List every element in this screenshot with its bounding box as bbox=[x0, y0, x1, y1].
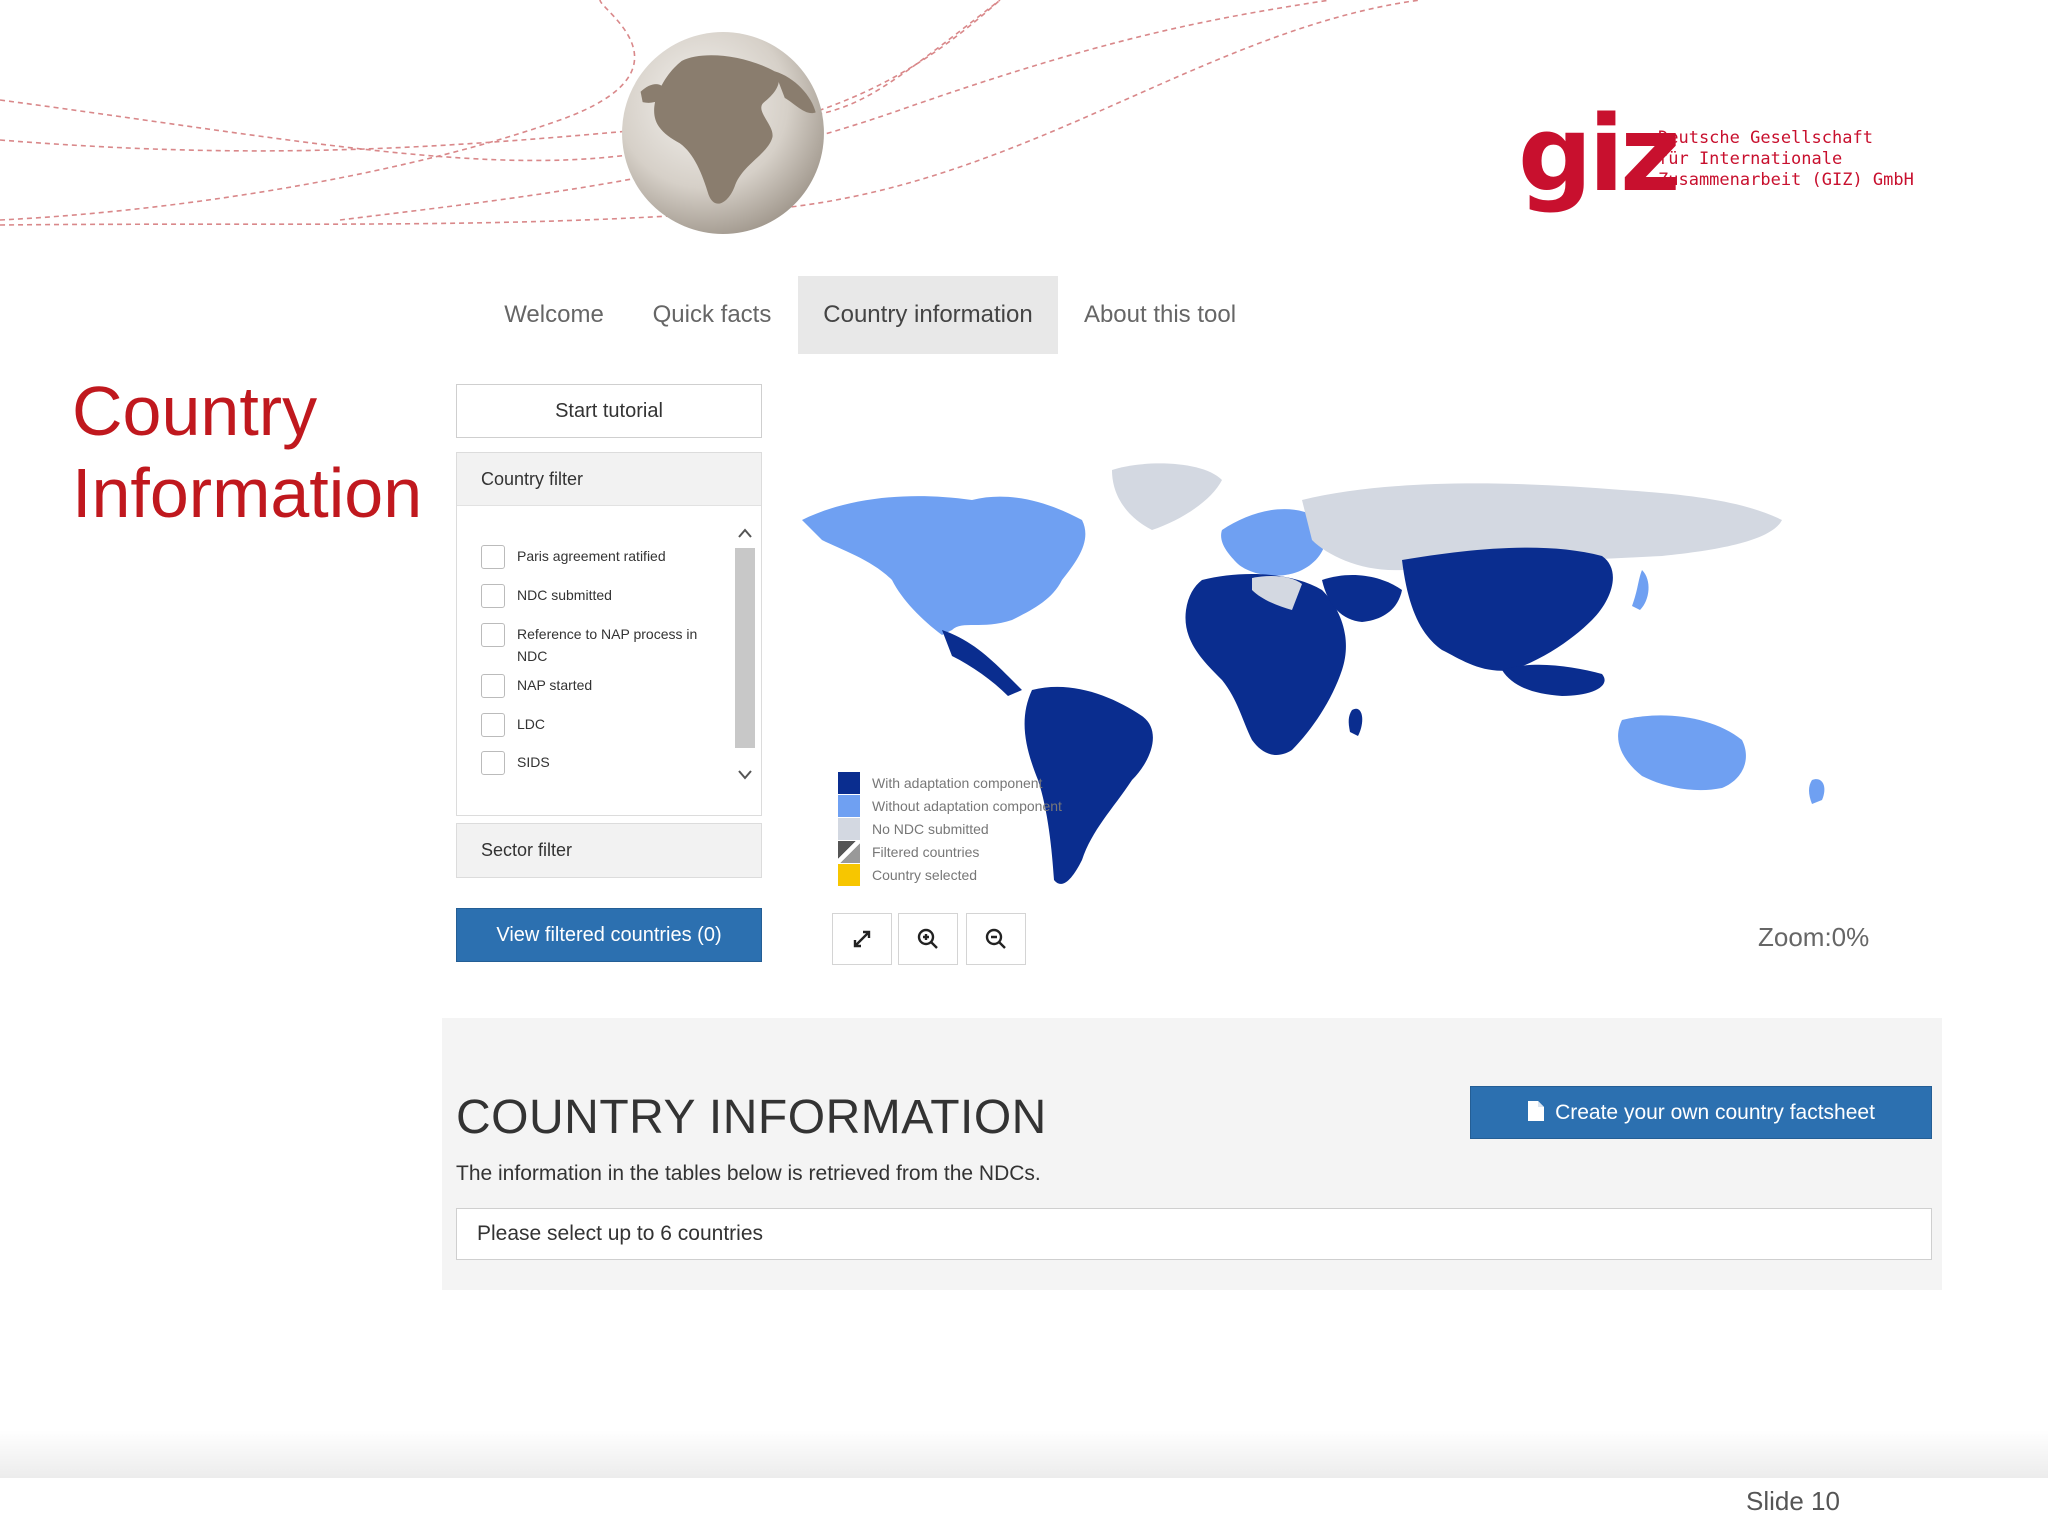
legend-item: With adaptation component bbox=[838, 772, 1042, 794]
file-icon bbox=[1528, 1101, 1545, 1121]
scrollbar-thumb[interactable] bbox=[735, 548, 755, 748]
filter-option-nap-started[interactable]: NAP started bbox=[481, 674, 592, 698]
filter-option-nap-reference[interactable]: Reference to NAP process in NDC bbox=[481, 623, 701, 667]
country-filter-title[interactable]: Country filter bbox=[457, 453, 761, 506]
fullscreen-button[interactable] bbox=[832, 913, 892, 965]
legend-swatch bbox=[838, 818, 860, 840]
greenland bbox=[1112, 463, 1222, 530]
create-factsheet-label: Create your own country factsheet bbox=[1555, 1101, 1875, 1124]
filter-option-sids[interactable]: SIDS bbox=[481, 751, 550, 775]
sector-filter-title: Sector filter bbox=[481, 840, 573, 860]
chevron-up-icon[interactable] bbox=[735, 523, 755, 543]
zoom-in-icon bbox=[917, 928, 938, 949]
slide-title: Country Information bbox=[72, 370, 422, 534]
filter-option-paris-agreement[interactable]: Paris agreement ratified bbox=[481, 545, 666, 569]
tab-quick-facts[interactable]: Quick facts bbox=[632, 276, 792, 354]
fullscreen-icon bbox=[853, 930, 871, 948]
checkbox[interactable] bbox=[481, 584, 505, 608]
slide-number: Slide 10 bbox=[1746, 1486, 1840, 1516]
giz-logo-text: Deutsche Gesellschaft für Internationale… bbox=[1658, 128, 1914, 191]
globe-image bbox=[622, 32, 824, 234]
legend-swatch bbox=[838, 841, 860, 863]
legend-label: Country selected bbox=[872, 867, 978, 883]
slide-title-line-1: Country bbox=[72, 372, 318, 450]
zoom-out-icon bbox=[985, 928, 1006, 949]
giz-logo-line-3: Zusammenarbeit (GIZ) GmbH bbox=[1658, 170, 1914, 190]
tab-about-this-tool[interactable]: About this tool bbox=[1068, 276, 1252, 354]
checkbox[interactable] bbox=[481, 674, 505, 698]
filter-option-label: NAP started bbox=[517, 677, 593, 693]
legend-item: Country selected bbox=[838, 864, 977, 886]
tab-country-information[interactable]: Country information bbox=[798, 276, 1058, 354]
asia bbox=[1402, 547, 1613, 671]
giz-logo: giz Deutsche Gesellschaft für Internatio… bbox=[1518, 102, 1938, 218]
legend-label: Filtered countries bbox=[872, 844, 980, 860]
australia bbox=[1618, 715, 1746, 791]
legend-label: With adaptation component bbox=[872, 775, 1043, 791]
africa bbox=[1185, 574, 1346, 755]
checkbox[interactable] bbox=[481, 545, 505, 569]
sector-filter-panel[interactable]: Sector filter bbox=[456, 823, 762, 878]
start-tutorial-button[interactable]: Start tutorial bbox=[456, 384, 762, 438]
filter-option-ndc-submitted[interactable]: NDC submitted bbox=[481, 584, 612, 608]
japan bbox=[1632, 570, 1649, 610]
create-factsheet-button[interactable]: Create your own country factsheet bbox=[1470, 1086, 1932, 1139]
legend-label: No NDC submitted bbox=[872, 821, 989, 837]
central-america bbox=[942, 630, 1022, 696]
checkbox[interactable] bbox=[481, 713, 505, 737]
scrollbar[interactable] bbox=[735, 523, 755, 748]
legend-label: Without adaptation component bbox=[872, 798, 1062, 814]
section-description: The information in the tables below is r… bbox=[456, 1162, 1041, 1185]
slide-title-line-2: Information bbox=[72, 454, 423, 532]
legend-item: No NDC submitted bbox=[838, 818, 989, 840]
country-filter-panel: Country filter Paris agreement ratified … bbox=[456, 452, 762, 816]
south-america bbox=[1024, 686, 1153, 884]
giz-logo-word: giz bbox=[1518, 93, 1681, 215]
filter-option-label: LDC bbox=[517, 716, 546, 732]
new-zealand bbox=[1809, 779, 1825, 804]
zoom-in-button[interactable] bbox=[898, 913, 958, 965]
filter-option-label: NDC submitted bbox=[517, 587, 612, 603]
footer-band bbox=[0, 1430, 2048, 1478]
checkbox[interactable] bbox=[481, 751, 505, 775]
checkbox[interactable] bbox=[481, 623, 505, 647]
legend-item: Filtered countries bbox=[838, 841, 979, 863]
madagascar bbox=[1348, 708, 1363, 736]
chevron-down-icon[interactable] bbox=[735, 765, 755, 785]
country-select-input[interactable]: Please select up to 6 countries bbox=[456, 1208, 1932, 1260]
legend-swatch bbox=[838, 795, 860, 817]
filter-option-label: Reference to NAP process in NDC bbox=[517, 626, 698, 664]
legend-item: Without adaptation component bbox=[838, 795, 1062, 817]
filter-option-label: Paris agreement ratified bbox=[517, 548, 666, 564]
zoom-out-button[interactable] bbox=[966, 913, 1026, 965]
filter-option-label: SIDS bbox=[517, 754, 550, 770]
filter-option-ldc[interactable]: LDC bbox=[481, 713, 545, 737]
north-america bbox=[802, 496, 1086, 635]
view-filtered-countries-button[interactable]: View filtered countries (0) bbox=[456, 908, 762, 962]
legend-swatch bbox=[838, 772, 860, 794]
southeast-asia bbox=[1502, 664, 1605, 696]
giz-logo-line-1: Deutsche Gesellschaft bbox=[1658, 128, 1873, 148]
giz-logo-line-2: für Internationale bbox=[1658, 149, 1843, 169]
section-heading: COUNTRY INFORMATION bbox=[456, 1091, 1047, 1144]
legend-swatch bbox=[838, 864, 860, 886]
tab-welcome[interactable]: Welcome bbox=[482, 276, 626, 354]
zoom-readout: Zoom:0% bbox=[1758, 922, 1870, 952]
